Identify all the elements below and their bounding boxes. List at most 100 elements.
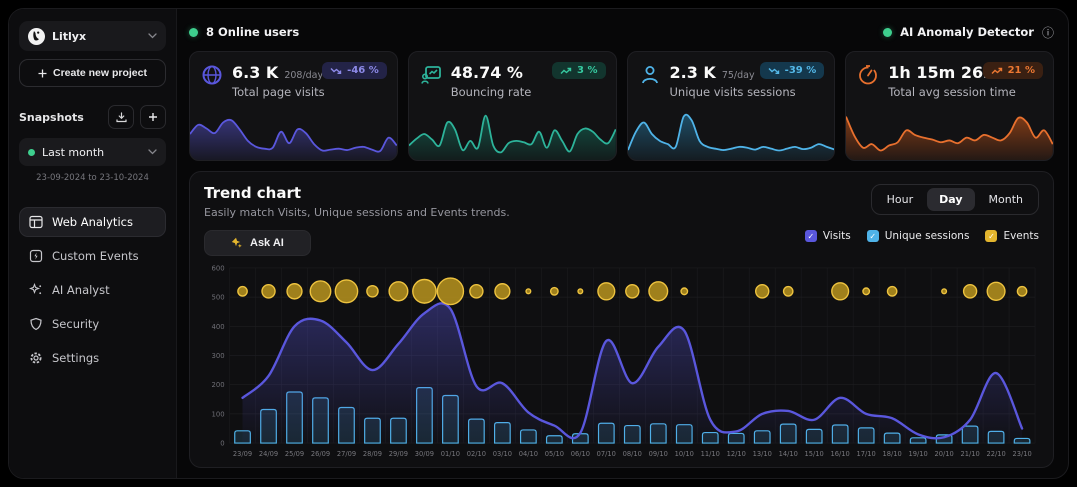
download-icon <box>116 112 127 123</box>
svg-text:22/10: 22/10 <box>986 450 1005 458</box>
checkbox-events: ✓ <box>985 230 997 242</box>
stat-card-unique-sessions: 2.3 K 75/day Unique visits sessions -39 … <box>627 51 836 161</box>
svg-text:300: 300 <box>212 352 225 360</box>
stat-card-bounce-rate: 48.74 % Bouncing rate 3 % <box>408 51 617 161</box>
stat-label: Total avg session time <box>888 85 1016 99</box>
tab-hour[interactable]: Hour <box>875 188 926 211</box>
sparkle-icon <box>231 237 243 249</box>
svg-text:25/09: 25/09 <box>285 450 304 458</box>
svg-text:100: 100 <box>212 410 225 418</box>
checkbox-unique-sessions: ✓ <box>867 230 879 242</box>
tab-day[interactable]: Day <box>927 188 974 211</box>
svg-text:200: 200 <box>212 381 225 389</box>
trend-chart[interactable]: 010020030040050060023/0924/0925/0926/092… <box>204 260 1039 459</box>
sidebar-item-label: Custom Events <box>52 249 139 263</box>
stat-value: 48.74 % <box>451 63 523 82</box>
topbar: 8 Online users AI Anomaly Detector ⓘ <box>189 19 1054 45</box>
sidebar-item-settings[interactable]: Settings <box>19 343 166 373</box>
checkbox-visits: ✓ <box>805 230 817 242</box>
app-frame: Litlyx Create new project Snapshots Last… <box>8 8 1069 479</box>
stat-value: 2.3 K <box>670 63 716 82</box>
person-icon <box>639 64 661 86</box>
svg-text:600: 600 <box>212 264 225 272</box>
sparkline-session-time <box>846 108 1053 160</box>
legend-events[interactable]: ✓Events <box>985 230 1039 242</box>
stat-cards-row: 6.3 K 208/day Total page visits -46 % <box>189 51 1054 161</box>
timer-icon <box>857 64 879 86</box>
plus-icon <box>38 69 47 78</box>
shield-icon <box>29 317 43 331</box>
svg-text:03/10: 03/10 <box>493 450 512 458</box>
event-bolt-icon <box>29 249 43 263</box>
project-selector[interactable]: Litlyx <box>19 21 166 51</box>
sidebar-item-web-analytics[interactable]: Web Analytics <box>19 207 166 237</box>
svg-text:23/09: 23/09 <box>233 450 252 458</box>
sparkline-bounce-rate <box>409 108 616 160</box>
svg-text:24/09: 24/09 <box>259 450 278 458</box>
svg-text:18/10: 18/10 <box>883 450 902 458</box>
sidebar-item-label: Security <box>52 317 99 331</box>
tab-month[interactable]: Month <box>977 188 1035 211</box>
svg-text:27/09: 27/09 <box>337 450 356 458</box>
trend-title: Trend chart <box>204 184 510 202</box>
stat-label: Total page visits <box>232 85 325 99</box>
svg-text:16/10: 16/10 <box>831 450 850 458</box>
sidebar-item-custom-events[interactable]: Custom Events <box>19 241 166 271</box>
create-project-button[interactable]: Create new project <box>19 59 166 87</box>
globe-icon <box>201 64 223 86</box>
svg-text:12/10: 12/10 <box>727 450 746 458</box>
svg-text:500: 500 <box>212 294 225 302</box>
anomaly-status-dot <box>883 28 892 37</box>
project-name: Litlyx <box>52 30 141 43</box>
snapshot-period-select[interactable]: Last month <box>19 138 166 166</box>
legend-visits[interactable]: ✓Visits <box>805 230 851 242</box>
svg-text:17/10: 17/10 <box>857 450 876 458</box>
svg-text:29/09: 29/09 <box>389 450 408 458</box>
svg-text:08/10: 08/10 <box>623 450 642 458</box>
svg-text:21/10: 21/10 <box>960 450 979 458</box>
trend-down-icon <box>330 67 342 75</box>
snapshot-period-value: Last month <box>42 146 141 159</box>
chevron-down-icon <box>148 33 157 39</box>
svg-text:02/10: 02/10 <box>467 450 486 458</box>
sidebar-item-label: Settings <box>52 351 99 365</box>
sidebar-item-label: Web Analytics <box>52 215 133 229</box>
svg-text:15/10: 15/10 <box>805 450 824 458</box>
online-status-dot <box>189 28 198 37</box>
svg-text:09/10: 09/10 <box>649 450 668 458</box>
svg-text:13/10: 13/10 <box>753 450 772 458</box>
bounce-icon <box>420 64 442 86</box>
sidebar-item-security[interactable]: Security <box>19 309 166 339</box>
create-project-label: Create new project <box>53 67 147 79</box>
stat-card-session-time: 1h 15m 26s Total avg session time 21 % <box>845 51 1054 161</box>
snapshot-download-button[interactable] <box>108 105 134 129</box>
svg-text:05/10: 05/10 <box>545 450 564 458</box>
main-content: 8 Online users AI Anomaly Detector ⓘ 6.3… <box>177 9 1068 478</box>
stat-value: 6.3 K <box>232 63 278 82</box>
trend-down-icon <box>768 67 780 75</box>
svg-text:28/09: 28/09 <box>363 450 382 458</box>
snapshot-add-button[interactable] <box>140 105 166 129</box>
trend-subtitle: Easily match Visits, Unique sessions and… <box>204 206 510 219</box>
svg-text:06/10: 06/10 <box>571 450 590 458</box>
info-icon[interactable]: ⓘ <box>1042 24 1054 41</box>
svg-text:23/10: 23/10 <box>1012 450 1031 458</box>
stat-trend-badge: -46 % <box>322 62 387 79</box>
svg-text:30/09: 30/09 <box>415 450 434 458</box>
litlyx-logo-icon <box>28 28 45 45</box>
legend-unique-sessions[interactable]: ✓Unique sessions <box>867 230 970 242</box>
gear-icon <box>29 351 43 365</box>
trend-chart-area[interactable]: 010020030040050060023/0924/0925/0926/092… <box>204 260 1039 459</box>
svg-text:07/10: 07/10 <box>597 450 616 458</box>
online-users-label: 8 Online users <box>206 25 299 39</box>
trend-up-icon <box>991 67 1003 75</box>
svg-text:14/10: 14/10 <box>779 450 798 458</box>
ask-ai-button[interactable]: Ask AI <box>204 230 311 256</box>
snapshot-date-range: 23-09-2024 to 23-10-2024 <box>19 173 166 183</box>
sidebar-item-ai-analyst[interactable]: AI Analyst <box>19 275 166 305</box>
ask-ai-label: Ask AI <box>250 237 284 249</box>
svg-text:400: 400 <box>212 323 225 331</box>
svg-text:04/10: 04/10 <box>519 450 538 458</box>
sidebar: Litlyx Create new project Snapshots Last… <box>9 9 177 478</box>
chevron-down-icon <box>148 149 157 155</box>
